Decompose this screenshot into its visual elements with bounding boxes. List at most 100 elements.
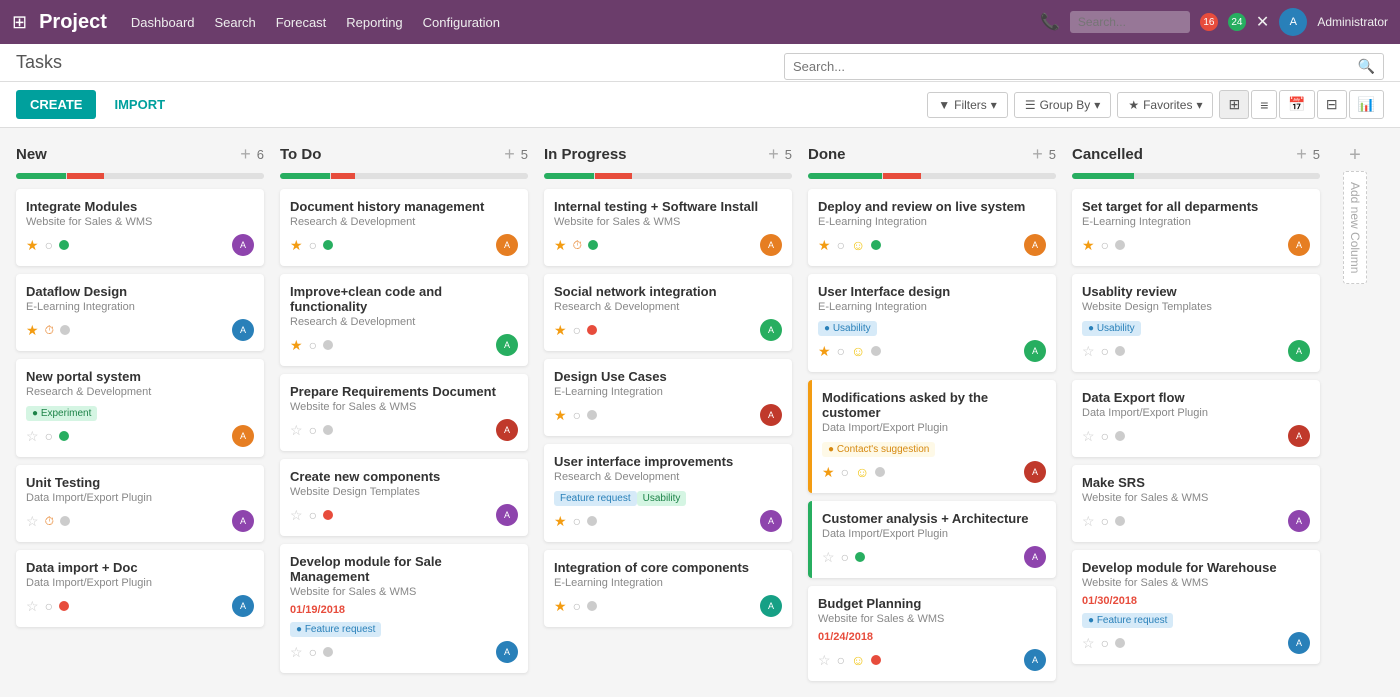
apps-icon[interactable]: ⊞ [12, 12, 27, 33]
task-card[interactable]: Data Export flow Data Import/Export Plug… [1072, 380, 1320, 457]
task-card[interactable]: Improve+clean code and functionality Res… [280, 274, 528, 366]
add-new-column-label[interactable]: Add new Column [1343, 171, 1367, 284]
nav-dashboard[interactable]: Dashboard [131, 15, 195, 30]
favorites-button[interactable]: ★ Favorites ▾ [1117, 92, 1213, 118]
notification-badge-2[interactable]: 24 [1228, 13, 1246, 31]
task-card[interactable]: Deploy and review on live system E-Learn… [808, 189, 1056, 266]
task-card[interactable]: Set target for all deparments E-Learning… [1072, 189, 1320, 266]
nav-configuration[interactable]: Configuration [423, 15, 500, 30]
create-button[interactable]: CREATE [16, 90, 96, 119]
avatar: A [1288, 632, 1310, 654]
task-card[interactable]: Modifications asked by the customer Data… [808, 380, 1056, 493]
card-title: Budget Planning [818, 596, 1046, 611]
top-navigation: ⊞ Project Dashboard Search Forecast Repo… [0, 0, 1400, 44]
star-icon[interactable]: ★ [554, 407, 567, 424]
column-add-inprogress[interactable]: + [768, 144, 779, 165]
star-icon[interactable]: ★ [554, 237, 567, 254]
card-avatar: A [1288, 234, 1310, 256]
status-dot [587, 325, 597, 335]
star-empty-icon[interactable]: ☆ [1082, 513, 1095, 530]
star-empty-icon[interactable]: ☆ [290, 507, 303, 524]
column-add-new[interactable]: + [240, 144, 251, 165]
kanban-view-button[interactable]: ⊞ [1219, 90, 1249, 119]
star-empty-icon[interactable]: ☆ [818, 652, 831, 669]
filters-button[interactable]: ▼ Filters ▾ [927, 92, 1008, 118]
search-input[interactable] [793, 59, 1358, 74]
calendar-view-button[interactable]: 📅 [1279, 90, 1314, 119]
table-view-button[interactable]: ⊟ [1317, 90, 1347, 119]
star-empty-icon[interactable]: ☆ [1082, 428, 1095, 445]
chart-view-button[interactable]: 📊 [1349, 90, 1384, 119]
star-empty-icon[interactable]: ☆ [1082, 343, 1095, 360]
star-icon[interactable]: ★ [554, 513, 567, 530]
star-icon[interactable]: ★ [554, 322, 567, 339]
nav-reporting[interactable]: Reporting [346, 15, 402, 30]
task-card[interactable]: Prepare Requirements Document Website fo… [280, 374, 528, 451]
star-icon[interactable]: ★ [26, 322, 39, 339]
star-empty-icon[interactable]: ☆ [26, 598, 39, 615]
nav-forecast[interactable]: Forecast [276, 15, 327, 30]
task-card[interactable]: Data import + Doc Data Import/Export Plu… [16, 550, 264, 627]
card-subtitle: Website for Sales & WMS [818, 613, 1046, 625]
phone-icon[interactable]: 📞 [1040, 12, 1060, 32]
task-card[interactable]: Develop module for Warehouse Website for… [1072, 550, 1320, 664]
star-icon[interactable]: ★ [1082, 237, 1095, 254]
list-view-button[interactable]: ≡ [1251, 90, 1277, 119]
avatar: A [232, 234, 254, 256]
task-card[interactable]: Unit Testing Data Import/Export Plugin ☆… [16, 465, 264, 542]
circle-icon: ○ [309, 507, 317, 523]
task-card[interactable]: Develop module for Sale Management Websi… [280, 544, 528, 673]
circle-icon: ○ [309, 237, 317, 253]
task-card[interactable]: User Interface design E-Learning Integra… [808, 274, 1056, 372]
import-button[interactable]: IMPORT [104, 90, 175, 119]
close-icon[interactable]: ✕ [1256, 12, 1269, 32]
task-card[interactable]: Make SRS Website for Sales & WMS ☆ ○ A [1072, 465, 1320, 542]
task-card[interactable]: Social network integration Research & De… [544, 274, 792, 351]
card-subtitle: Data Import/Export Plugin [26, 492, 254, 504]
card-avatar: A [232, 234, 254, 256]
star-icon[interactable]: ★ [290, 337, 303, 354]
star-icon[interactable]: ★ [290, 237, 303, 254]
avatar[interactable]: A [1279, 8, 1307, 36]
column-add-todo[interactable]: + [504, 144, 515, 165]
add-new-column[interactable]: + Add new Column [1336, 144, 1374, 681]
task-card[interactable]: Usablity review Website Design Templates… [1072, 274, 1320, 372]
star-icon[interactable]: ★ [554, 598, 567, 615]
topnav-search-input[interactable] [1070, 11, 1190, 33]
task-card[interactable]: Document history management Research & D… [280, 189, 528, 266]
cards-cancelled: Set target for all deparments E-Learning… [1072, 189, 1320, 664]
star-icon[interactable]: ★ [822, 464, 835, 481]
star-empty-icon[interactable]: ☆ [290, 422, 303, 439]
task-card[interactable]: User interface improvements Research & D… [544, 444, 792, 542]
column-add-cancelled[interactable]: + [1296, 144, 1307, 165]
card-title: Deploy and review on live system [818, 199, 1046, 214]
notification-badge-1[interactable]: 16 [1200, 13, 1218, 31]
card-title: Set target for all deparments [1082, 199, 1310, 214]
star-empty-icon[interactable]: ☆ [26, 428, 39, 445]
task-card[interactable]: New portal system Research & Development… [16, 359, 264, 457]
star-icon[interactable]: ★ [818, 237, 831, 254]
task-card[interactable]: Budget Planning Website for Sales & WMS … [808, 586, 1056, 681]
star-empty-icon[interactable]: ☆ [822, 549, 835, 566]
star-icon[interactable]: ★ [818, 343, 831, 360]
groupby-button[interactable]: ☰ Group By ▾ [1014, 92, 1112, 118]
card-subtitle: Data Import/Export Plugin [1082, 407, 1310, 419]
task-card[interactable]: Design Use Cases E-Learning Integration … [544, 359, 792, 436]
task-card[interactable]: Integrate Modules Website for Sales & WM… [16, 189, 264, 266]
column-count-inprogress: 5 [785, 147, 792, 162]
star-empty-icon[interactable]: ☆ [1082, 635, 1095, 652]
star-empty-icon[interactable]: ☆ [290, 644, 303, 661]
task-card[interactable]: Internal testing + Software Install Webs… [544, 189, 792, 266]
task-card[interactable]: Create new components Website Design Tem… [280, 459, 528, 536]
star-icon[interactable]: ★ [26, 237, 39, 254]
page-title: Tasks [16, 52, 62, 81]
task-card[interactable]: Dataflow Design E-Learning Integration ★… [16, 274, 264, 351]
column-add-done[interactable]: + [1032, 144, 1043, 165]
card-title: Social network integration [554, 284, 782, 299]
task-card[interactable]: Customer analysis + Architecture Data Im… [808, 501, 1056, 578]
star-empty-icon[interactable]: ☆ [26, 513, 39, 530]
task-card[interactable]: Integration of core components E-Learnin… [544, 550, 792, 627]
cards-todo: Document history management Research & D… [280, 189, 528, 673]
nav-search[interactable]: Search [215, 15, 256, 30]
card-footer: ★ ○ ☺ A [818, 340, 1046, 362]
